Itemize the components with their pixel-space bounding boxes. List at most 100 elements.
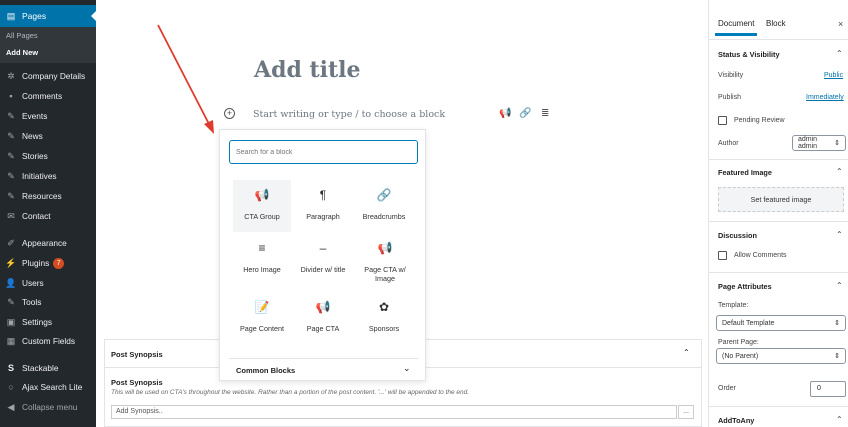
sidebar-item-custom-fields[interactable]: ▦ Custom Fields [0, 331, 96, 351]
discussion-heading[interactable]: Discussion [718, 231, 757, 240]
wp-block-editor: ▤ Pages All Pages Add New ✲ Company Deta… [0, 0, 848, 427]
post-title-input[interactable]: Add title [254, 57, 361, 83]
block-item-sponsors[interactable]: ✿ Sponsors [355, 292, 413, 344]
pin-icon: ✎ [7, 130, 15, 141]
sidebar-item-contact[interactable]: ✉ Contact [0, 206, 96, 226]
chevron-up-icon[interactable]: ⌃ [836, 281, 843, 290]
sidebar-item-label: Stackable [22, 363, 59, 373]
add-block-button[interactable]: + [224, 108, 235, 119]
block-item-divider-title[interactable]: – Divider w/ title [294, 233, 352, 285]
sidebar-item-pages[interactable]: ▤ Pages [0, 5, 97, 27]
parent-page-select[interactable]: (No Parent) ⇕ [716, 348, 846, 364]
edit-page-icon: 📝 [254, 300, 270, 314]
sidebar-item-comments[interactable]: ▪ Comments [0, 86, 96, 106]
featured-image-heading[interactable]: Featured Image [718, 168, 772, 177]
megaphone-icon[interactable]: 📢 [499, 108, 511, 119]
collapse-menu-button[interactable]: ◀ Collapse menu [0, 397, 96, 417]
block-item-page-cta[interactable]: 📢 Page CTA [294, 292, 352, 344]
category-common-blocks[interactable]: Common Blocks [236, 366, 295, 375]
chevron-up-icon[interactable]: ⌃ [836, 230, 843, 239]
pages-icon: ▤ [6, 10, 16, 21]
wrench-icon: ✎ [7, 296, 15, 307]
tab-document[interactable]: Document [714, 19, 758, 36]
visibility-link[interactable]: Public [824, 72, 843, 79]
pin-icon: ✎ [7, 170, 15, 181]
submenu-add-new[interactable]: Add New [0, 44, 96, 61]
select-arrows-icon: ⇕ [834, 140, 840, 147]
sidebar-item-stackable[interactable]: S Stackable [0, 358, 96, 378]
plugin-icon: ⚡ [5, 257, 17, 268]
order-input[interactable]: 0 [810, 381, 846, 397]
sidebar-item-label: Appearance [22, 238, 67, 248]
chevron-up-icon[interactable]: ⌃ [683, 348, 690, 357]
publish-date-link[interactable]: Immediately [806, 94, 844, 101]
pending-review-checkbox[interactable] [718, 116, 727, 125]
sidebar-item-resources[interactable]: ✎ Resources [0, 186, 96, 206]
divider-icon: – [319, 241, 327, 255]
template-label: Template: [718, 302, 749, 309]
sidebar-item-ajax-search-lite[interactable]: ○ Ajax Search Lite [0, 377, 96, 397]
sidebar-item-stories[interactable]: ✎ Stories [0, 146, 96, 166]
block-placeholder[interactable]: Start writing or type / to choose a bloc… [253, 109, 445, 120]
block-item-cta-group[interactable]: 📢 CTA Group [233, 180, 291, 232]
author-label: Author [718, 140, 739, 147]
align-icon[interactable]: ≣ [541, 108, 549, 119]
link-icon[interactable]: 🔗 [519, 108, 531, 119]
sidebar-item-users[interactable]: 👤 Users [0, 273, 96, 293]
sidebar-item-label: Collapse menu [22, 402, 78, 412]
block-item-page-cta-image[interactable]: 📢 Page CTA w/ Image [355, 233, 415, 285]
comment-icon: ▪ [9, 91, 13, 101]
template-value: Default Template [722, 319, 775, 327]
block-item-hero-image[interactable]: ≡ Hero Image [233, 233, 291, 285]
block-label: Breadcrumbs [362, 212, 406, 221]
allow-comments-checkbox[interactable] [718, 251, 727, 260]
chevron-up-icon[interactable]: ⌃ [836, 167, 843, 176]
divider [229, 358, 418, 359]
close-icon[interactable]: × [838, 19, 843, 29]
sidebar-item-label: Settings [22, 317, 52, 327]
set-featured-image-button[interactable]: Set featured image [718, 187, 844, 212]
sidebar-item-label: Users [22, 278, 44, 288]
block-item-page-content[interactable]: 📝 Page Content [233, 292, 291, 344]
addtoany-heading[interactable]: AddToAny [718, 416, 754, 425]
sidebar-item-settings[interactable]: ▣ Settings [0, 312, 96, 332]
tab-block[interactable]: Block [766, 19, 786, 28]
synopsis-input[interactable]: Add Synopsis.. [111, 405, 677, 419]
author-select[interactable]: admin admin ⇕ [792, 135, 846, 151]
table-icon: ▦ [6, 335, 16, 346]
sidebar-item-news[interactable]: ✎ News [0, 126, 96, 146]
sidebar-item-company-details[interactable]: ✲ Company Details [0, 66, 96, 86]
sidebar-item-initiatives[interactable]: ✎ Initiatives [0, 166, 96, 186]
gear-icon: ✲ [7, 70, 15, 81]
chevron-down-icon[interactable]: ⌄ [403, 363, 411, 374]
sidebar-item-label: Company Details [22, 71, 86, 81]
select-arrows-icon: ⇕ [834, 353, 840, 360]
sidebar-item-appearance[interactable]: ✐ Appearance [0, 233, 96, 253]
sidebar-item-label: News [22, 131, 43, 141]
chevron-up-icon[interactable]: ⌃ [836, 49, 843, 58]
template-select[interactable]: Default Template ⇕ [716, 315, 846, 331]
page-attributes-heading[interactable]: Page Attributes [718, 282, 772, 291]
megaphone-icon: 📢 [315, 300, 331, 314]
pin-icon: ✎ [7, 110, 15, 121]
sidebar-item-label: Stories [22, 151, 48, 161]
order-label: Order [718, 385, 736, 392]
sidebar-item-tools[interactable]: ✎ Tools [0, 292, 96, 312]
synopsis-more-button[interactable]: ... [678, 405, 694, 419]
block-search-box[interactable] [229, 140, 418, 164]
sidebar-item-label: Plugins [22, 258, 50, 268]
collapse-icon: ◀ [7, 401, 15, 412]
submenu-all-pages[interactable]: All Pages [0, 27, 96, 44]
status-visibility-heading[interactable]: Status & Visibility [718, 50, 780, 59]
chevron-up-icon[interactable]: ⌃ [836, 415, 843, 424]
block-item-breadcrumbs[interactable]: 🔗 Breadcrumbs [355, 180, 413, 232]
visibility-label: Visibility [718, 72, 744, 79]
plugins-update-badge: 7 [53, 257, 65, 269]
sidebar-item-plugins[interactable]: ⚡ Plugins 7 [0, 253, 96, 273]
parent-page-label: Parent Page: [718, 339, 759, 346]
block-search-input[interactable] [236, 148, 417, 156]
sidebar-item-label: Tools [22, 297, 42, 307]
block-item-paragraph[interactable]: ¶ Paragraph [294, 180, 352, 232]
pending-review-label: Pending Review [734, 117, 785, 124]
sidebar-item-events[interactable]: ✎ Events [0, 106, 96, 126]
